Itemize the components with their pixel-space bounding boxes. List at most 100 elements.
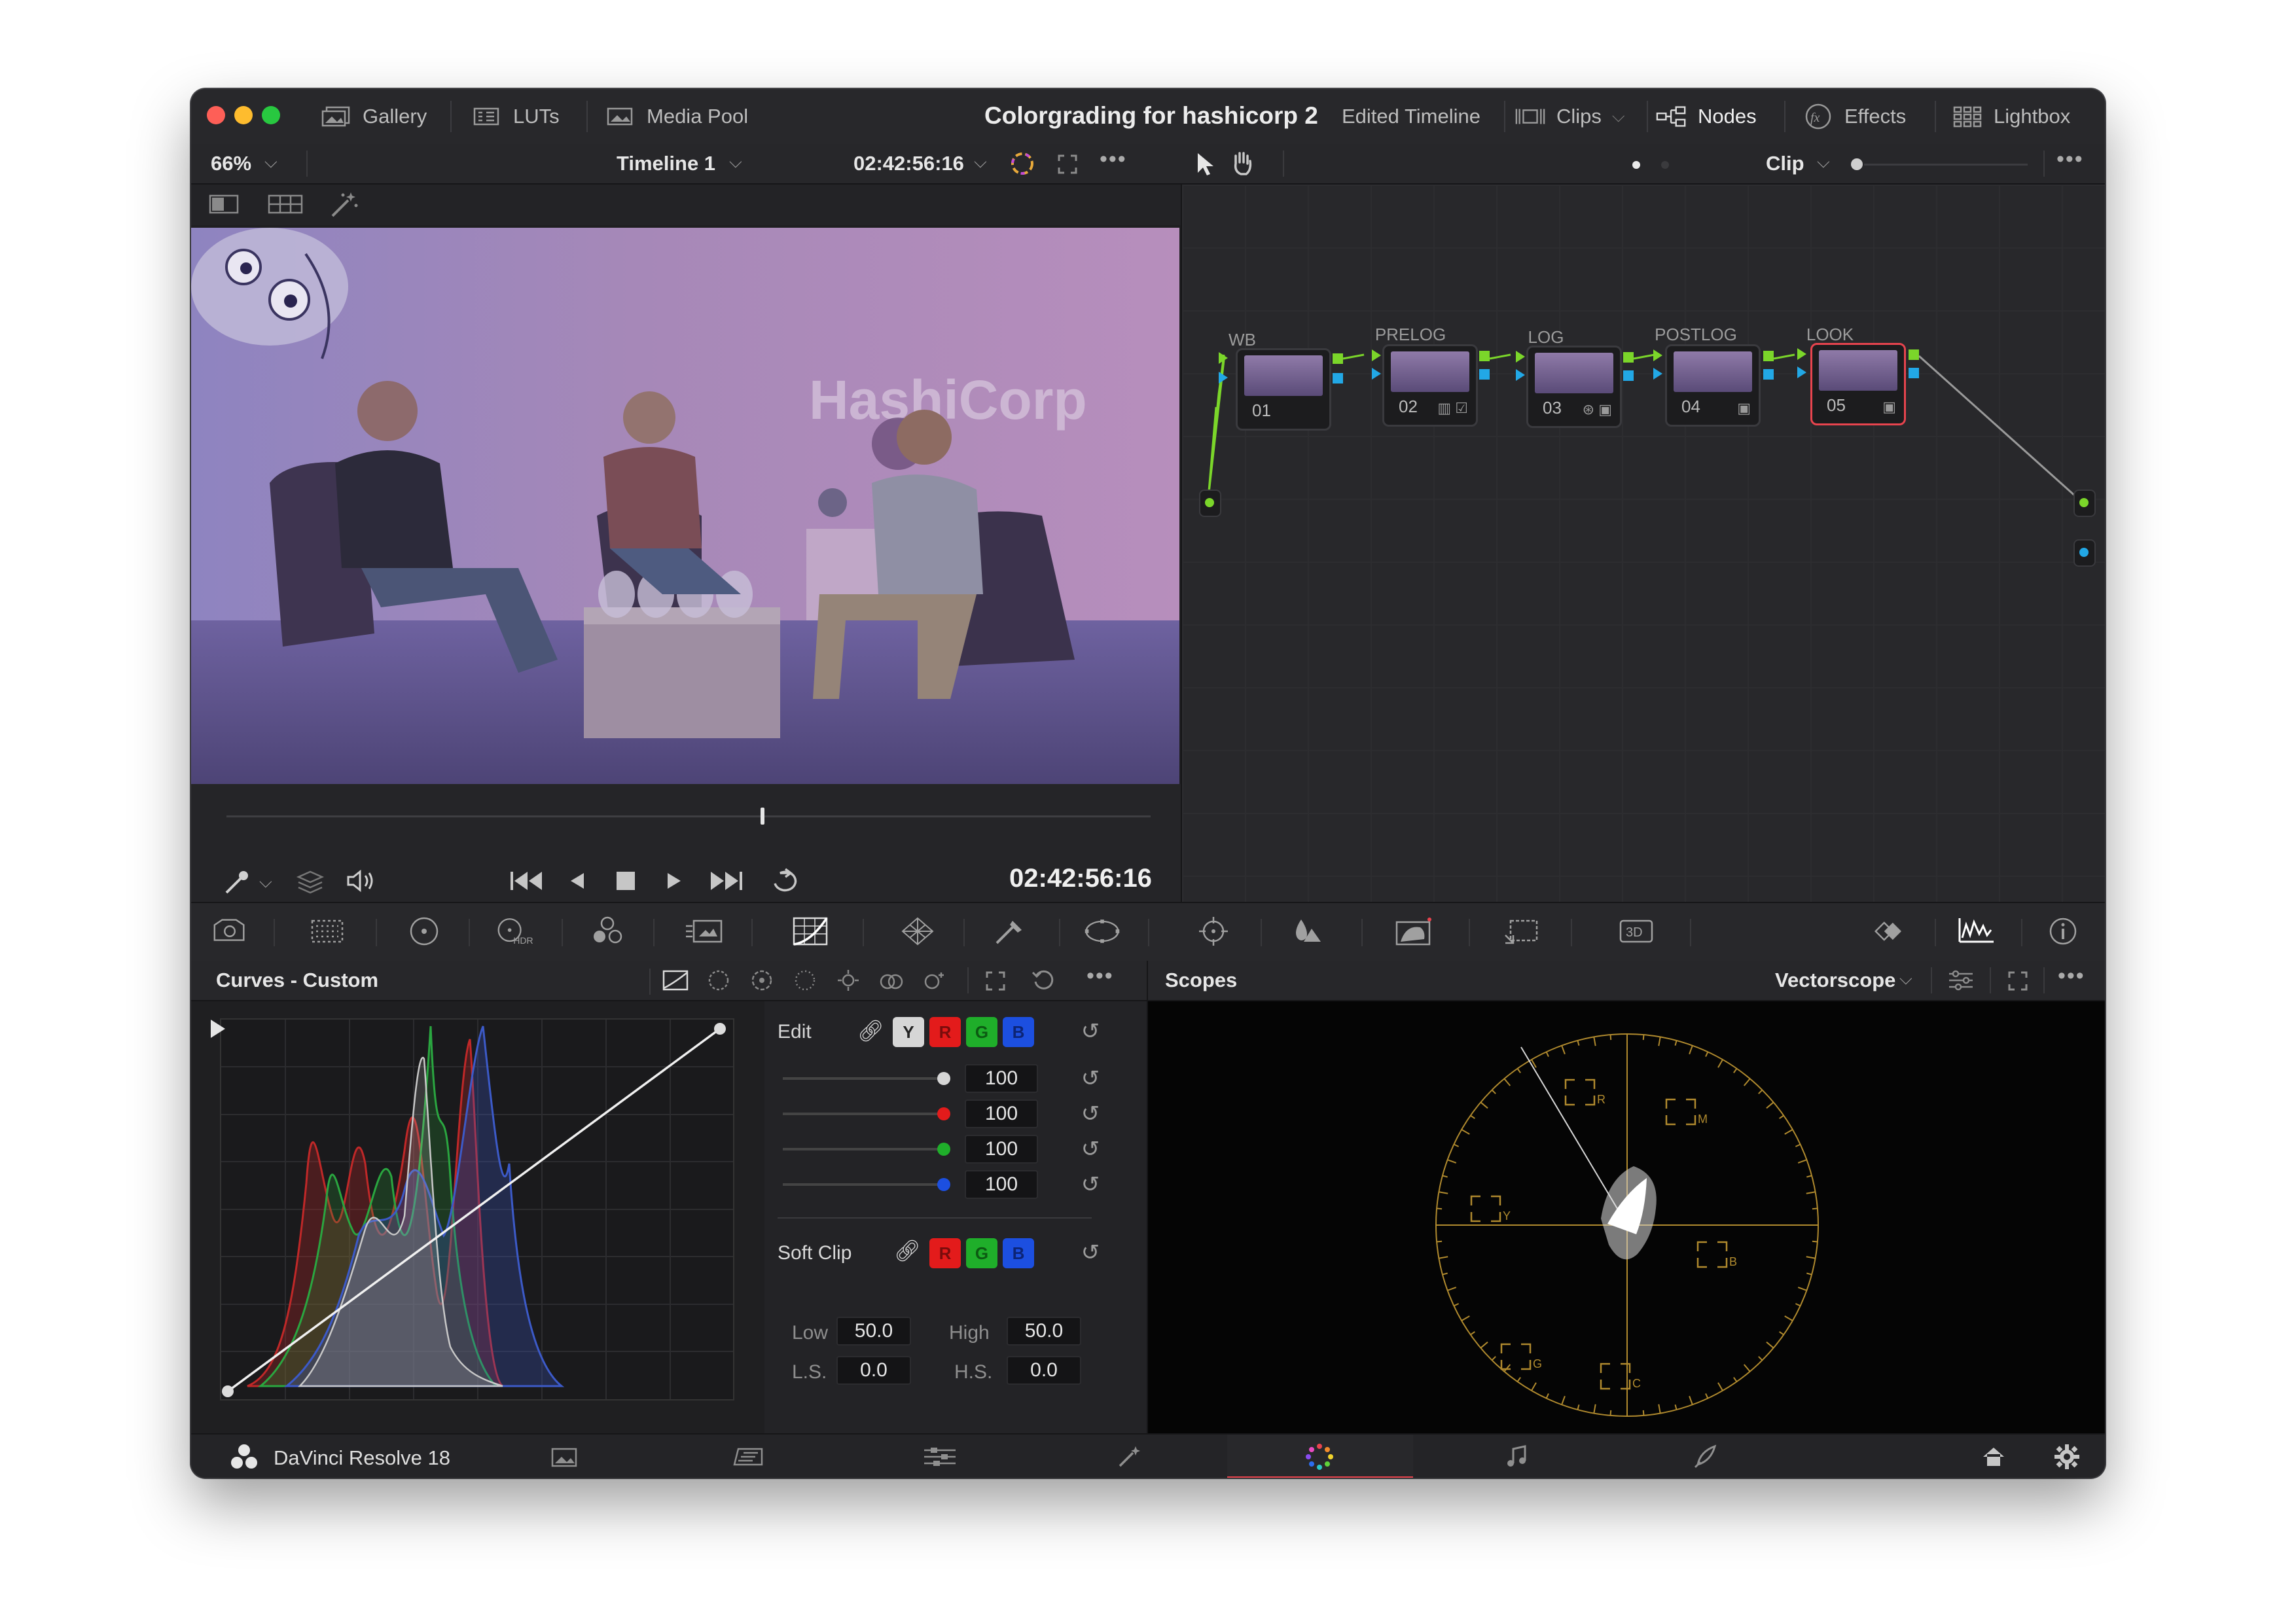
hs-value[interactable]: 0.0 [1007, 1356, 1081, 1385]
node-01[interactable]: 01 [1236, 348, 1331, 431]
tracker-icon[interactable] [1194, 916, 1233, 946]
edit-page-icon[interactable] [920, 1442, 960, 1471]
blur-icon[interactable] [1288, 916, 1327, 946]
node-input-alpha[interactable] [1219, 372, 1228, 383]
y-intensity-slider[interactable] [783, 1077, 940, 1080]
scrubber-track[interactable] [226, 815, 1151, 817]
gallery-button[interactable]: Gallery [321, 103, 427, 130]
output-alpha-port[interactable] [2073, 539, 2096, 567]
pointer-icon[interactable] [1193, 151, 1216, 180]
soft-clip-r-button[interactable]: R [929, 1238, 961, 1268]
color-warper-icon[interactable] [898, 916, 937, 946]
ls-value[interactable]: 0.0 [836, 1356, 911, 1385]
node-input-rgb[interactable] [1653, 349, 1662, 361]
r-intensity-value[interactable]: 100 [965, 1099, 1038, 1128]
page-dot[interactable] [1661, 161, 1669, 169]
node-output-rgb[interactable] [1909, 349, 1919, 360]
curves-icon[interactable] [791, 916, 830, 946]
timeline-view-button[interactable]: Edited Timeline [1342, 103, 1480, 130]
close-window-button[interactable] [207, 106, 225, 124]
zoom-slider-track[interactable] [1864, 164, 2028, 166]
reset-icon[interactable]: ↺ [1077, 1240, 1103, 1266]
node-output-alpha[interactable] [1909, 368, 1919, 378]
more-options-icon[interactable]: ••• [2058, 963, 2085, 989]
sizing-icon[interactable] [1503, 916, 1542, 946]
expand-icon[interactable] [2005, 969, 2030, 997]
source-input[interactable] [1199, 490, 1221, 517]
settings-sliders-icon[interactable] [1946, 967, 1975, 997]
g-intensity-value[interactable]: 100 [965, 1135, 1038, 1164]
slider-knob[interactable] [937, 1107, 950, 1120]
more-options-icon[interactable]: ••• [2056, 147, 2084, 172]
color-wheels-icon[interactable] [404, 916, 444, 946]
camera-raw-icon[interactable] [211, 916, 250, 946]
reset-icon[interactable]: ↺ [1077, 1065, 1103, 1092]
hue-vs-sat-icon[interactable] [747, 969, 776, 995]
output-rgb-port[interactable] [2073, 490, 2096, 517]
expand-icon[interactable] [1055, 152, 1080, 177]
grid-view-icon[interactable] [267, 192, 304, 219]
reset-icon[interactable] [1030, 967, 1056, 997]
node-04[interactable]: 04 ▣ [1665, 344, 1761, 427]
media-page-icon[interactable] [545, 1442, 584, 1471]
soft-clip-b-button[interactable]: B [1003, 1238, 1034, 1268]
node-02[interactable]: 02 ▥ ☑ [1382, 344, 1478, 427]
node-output-alpha[interactable] [1479, 369, 1490, 380]
hue-vs-lum-icon[interactable] [791, 969, 819, 995]
node-input-alpha[interactable] [1516, 369, 1525, 381]
cut-page-icon[interactable] [730, 1442, 770, 1471]
3d-icon[interactable]: 3D [1617, 916, 1656, 946]
loop-icon[interactable] [768, 866, 804, 899]
magic-wand-icon[interactable] [329, 190, 361, 222]
channel-y-button[interactable]: Y [893, 1017, 924, 1047]
soft-clip-g-button[interactable]: G [966, 1238, 997, 1268]
skip-to-end-icon[interactable] [708, 868, 745, 897]
zoom-window-button[interactable] [262, 106, 280, 124]
key-icon[interactable] [1394, 916, 1433, 946]
clips-button[interactable]: Clips ⌵ [1515, 103, 1625, 130]
fusion-page-icon[interactable] [1109, 1442, 1148, 1471]
more-options-icon[interactable]: ••• [1086, 963, 1114, 989]
layers-icon[interactable] [296, 868, 325, 897]
high-value[interactable]: 50.0 [1007, 1317, 1081, 1346]
clip-mode-dropdown[interactable]: Clip [1766, 152, 1804, 175]
channel-r-button[interactable]: R [929, 1017, 961, 1047]
low-value[interactable]: 50.0 [836, 1317, 911, 1346]
lightbox-button[interactable]: Lightbox [1952, 103, 2070, 130]
g-intensity-slider[interactable] [783, 1148, 940, 1150]
node-03[interactable]: 03 ⊛ ▣ [1526, 346, 1622, 428]
scope-type-dropdown[interactable]: Vectorscope [1775, 969, 1895, 992]
stop-icon[interactable] [614, 869, 636, 896]
curve-handle[interactable] [211, 1020, 225, 1038]
channel-b-button[interactable]: B [1003, 1017, 1034, 1047]
keyframes-icon[interactable] [1872, 916, 1911, 946]
slider-knob[interactable] [937, 1143, 950, 1156]
custom-curve-mode-icon[interactable] [661, 969, 690, 995]
motion-effects-icon[interactable] [685, 916, 724, 946]
sat-vs-sat-icon[interactable] [877, 969, 906, 995]
timecode-dropdown[interactable]: 02:42:56:16 [853, 152, 964, 175]
node-output-alpha[interactable] [1623, 370, 1634, 381]
nodes-button[interactable]: Nodes [1656, 103, 1757, 130]
r-intensity-slider[interactable] [783, 1113, 940, 1115]
node-output-alpha[interactable] [1333, 373, 1343, 383]
luts-button[interactable]: LUTs [471, 103, 560, 130]
b-intensity-slider[interactable] [783, 1183, 940, 1186]
slider-knob[interactable] [937, 1178, 950, 1191]
home-icon[interactable] [1974, 1442, 2013, 1471]
node-input-rgb[interactable] [1516, 351, 1525, 363]
media-pool-button[interactable]: Media Pool [605, 103, 748, 130]
timeline-dropdown[interactable]: Timeline 1 [617, 152, 715, 175]
play-icon[interactable] [662, 868, 686, 897]
node-input-alpha[interactable] [1653, 368, 1662, 380]
info-icon[interactable] [2043, 916, 2083, 946]
color-match-icon[interactable] [308, 916, 347, 946]
video-viewer[interactable]: HashiCorp [191, 228, 1179, 784]
node-input-rgb[interactable] [1372, 349, 1381, 361]
reset-icon[interactable]: ↺ [1077, 1101, 1103, 1127]
qualifier-icon[interactable] [990, 916, 1029, 946]
minimize-window-button[interactable] [234, 106, 253, 124]
gear-icon[interactable] [2047, 1442, 2087, 1471]
node-05-selected[interactable]: 05 ▣ [1810, 343, 1906, 425]
deliver-page-icon[interactable] [1686, 1442, 1725, 1471]
